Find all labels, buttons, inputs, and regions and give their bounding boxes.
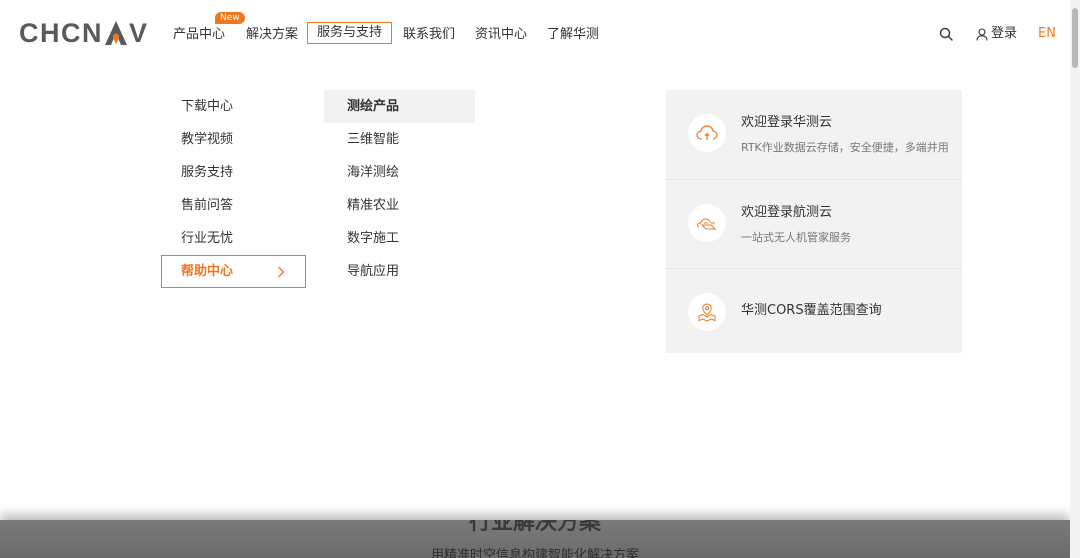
- solutions-section-shaded: 行业解决方案 用精准时空信息构建智能化解决方案: [0, 520, 1070, 558]
- section-subtitle: 用精准时空信息构建智能化解决方案: [430, 548, 639, 558]
- drone-cloud-icon: [688, 204, 726, 242]
- submenu-marine-surveying[interactable]: 海洋测绘: [324, 156, 475, 189]
- huace-cloud-card[interactable]: 欢迎登录华测云 RTK作业数据云存储，安全便捷，多端并用: [666, 90, 962, 179]
- menu-item-help-center[interactable]: 帮助中心: [161, 255, 306, 288]
- menu-item-industry-care[interactable]: 行业无忧: [161, 222, 306, 255]
- aerial-cloud-card[interactable]: 欢迎登录航测云 一站式无人机管家服务: [666, 179, 962, 268]
- menu-item-presales-qa[interactable]: 售前问答: [161, 189, 306, 222]
- submenu-navigation-apps[interactable]: 导航应用: [324, 255, 475, 288]
- section-title: 行业解决方案: [468, 520, 601, 535]
- nav-contact[interactable]: 联系我们: [403, 24, 455, 46]
- submenu-surveying-products[interactable]: 测绘产品: [324, 90, 475, 123]
- scrollbar-thumb[interactable]: [1072, 8, 1078, 68]
- service-menu-primary: 下载中心 教学视频 服务支持 售前问答 行业无忧 帮助中心: [161, 90, 306, 288]
- language-switch[interactable]: EN: [1038, 24, 1056, 44]
- nav-products[interactable]: 产品中心: [173, 24, 225, 46]
- card-title: 欢迎登录华测云: [741, 115, 833, 130]
- service-menu-secondary: 测绘产品 三维智能 海洋测绘 精准农业 数字施工 导航应用: [324, 90, 475, 288]
- cors-coverage-card[interactable]: 华测CORS覆盖范围查询: [666, 268, 962, 353]
- user-icon: [976, 27, 988, 41]
- logo-a-mark-icon: [104, 20, 128, 46]
- menu-item-downloads[interactable]: 下载中心: [161, 90, 306, 123]
- submenu-digital-construction[interactable]: 数字施工: [324, 222, 475, 255]
- submenu-3d-intelligence[interactable]: 三维智能: [324, 123, 475, 156]
- cloud-icon: [688, 114, 726, 152]
- nav-news[interactable]: 资讯中心: [475, 24, 527, 46]
- login-button[interactable]: 登录: [976, 24, 1017, 44]
- cloud-login-panel: 欢迎登录华测云 RTK作业数据云存储，安全便捷，多端并用 欢迎登录航测云 一站式…: [666, 90, 962, 353]
- menu-item-tutorial-videos[interactable]: 教学视频: [161, 123, 306, 156]
- new-badge: New: [215, 12, 245, 24]
- chevron-right-icon: [277, 266, 285, 278]
- help-center-label: 帮助中心: [181, 263, 234, 279]
- login-label: 登录: [991, 26, 1018, 41]
- card-title: 欢迎登录航测云: [741, 205, 833, 220]
- site-header: CHCN V 产品中心 解决方案 服务与支持 联系我们 资讯中心 了解华测 Ne…: [0, 0, 1070, 70]
- page-scrollbar[interactable]: [1070, 0, 1080, 558]
- map-pin-icon: [688, 293, 726, 331]
- search-icon[interactable]: [939, 26, 953, 41]
- nav-service-support[interactable]: 服务与支持: [307, 22, 393, 44]
- nav-solutions[interactable]: 解决方案: [246, 24, 298, 46]
- menu-item-service-support[interactable]: 服务支持: [161, 156, 306, 189]
- card-title: 华测CORS覆盖范围查询: [741, 303, 882, 318]
- chcnav-logo[interactable]: CHCN V: [19, 18, 149, 48]
- card-desc: RTK作业数据云存储，安全便捷，多端并用: [741, 141, 949, 154]
- logo-text-left: CHCN: [19, 18, 103, 48]
- card-desc: 一站式无人机管家服务: [741, 231, 851, 244]
- submenu-precision-agriculture[interactable]: 精准农业: [324, 189, 475, 222]
- nav-about[interactable]: 了解华测: [547, 24, 599, 46]
- logo-text-right: V: [129, 18, 149, 48]
